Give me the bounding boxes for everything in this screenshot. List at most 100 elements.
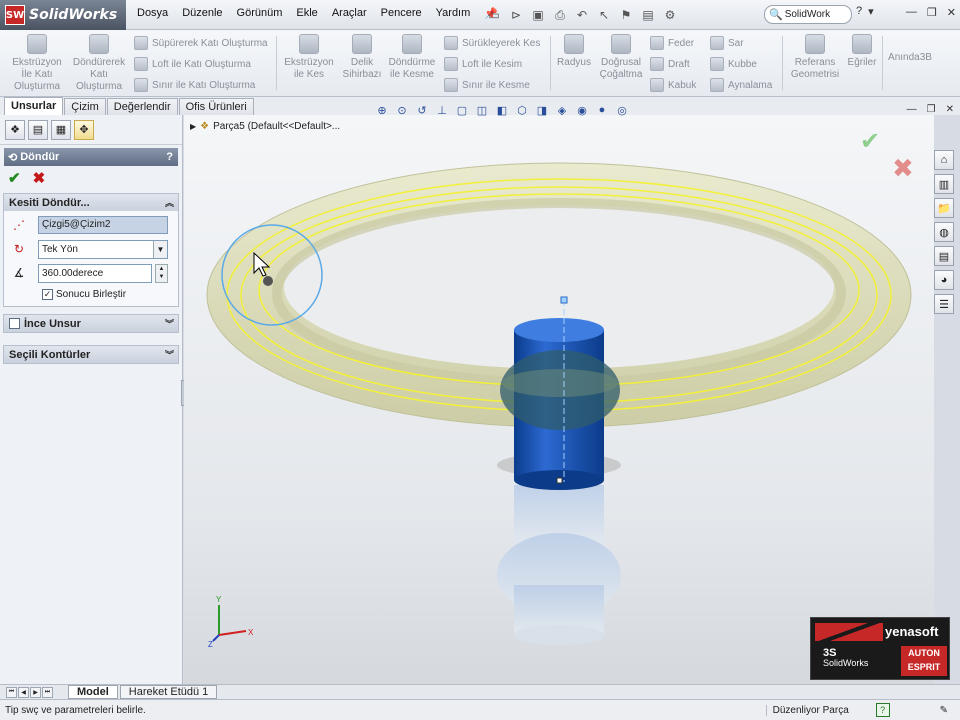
axis-endpoint-top[interactable] xyxy=(560,296,568,304)
extrude-cut-button[interactable]: Ekstrüzyon ile Kes xyxy=(282,34,336,81)
solidworks-resources-icon[interactable]: ⌂ xyxy=(934,150,954,170)
swept-cut-button[interactable]: Sürükleyerek Kes xyxy=(444,36,540,50)
menu-duzenle[interactable]: Düzenle xyxy=(182,7,222,20)
revolve-parameters-header[interactable]: Kesiti Döndür... ︽ xyxy=(4,194,178,211)
undo-icon[interactable]: ↶ xyxy=(572,5,592,25)
dimxpert-manager-icon[interactable]: ✥ xyxy=(74,119,94,140)
instant3d-label: Anında3B xyxy=(888,52,932,63)
boundary-boss-button[interactable]: Sınır ile Katı Oluşturma xyxy=(134,78,255,92)
graphics-area[interactable]: ⊕ ⊙ ↺ ⊥ ▢ ◫ ◧ ⬡ ◨ ◈ ◉ ● ◎ — ❐ ✕ ▶ ❖ Parç… xyxy=(184,104,954,684)
mirror-button[interactable]: Aynalama xyxy=(710,78,772,92)
status-pencil-icon[interactable]: ✎ xyxy=(940,705,948,716)
reference-geometry-button[interactable]: Referans Geometrisi xyxy=(788,34,842,81)
prev-tab-icon[interactable]: ◀ xyxy=(18,686,29,698)
search-results-icon[interactable]: ◍ xyxy=(934,222,954,242)
draft-button[interactable]: Draft xyxy=(650,57,690,71)
select-pointer-icon[interactable]: ↖ xyxy=(594,5,614,25)
file-explorer-icon[interactable]: 📁 xyxy=(934,198,954,218)
revolve-axis-selection[interactable]: Çizgi5@Çizim2 xyxy=(38,216,168,234)
ok-check-icon[interactable]: ✔ xyxy=(8,169,21,187)
loft-cut-button[interactable]: Loft ile Kesim xyxy=(444,57,522,71)
status-mode: Düzenliyor Parça xyxy=(765,704,876,716)
app-logo[interactable]: SW SolidWorks xyxy=(0,0,126,30)
menu-dosya[interactable]: Dosya xyxy=(137,7,168,20)
appearances-icon[interactable]: ◕ xyxy=(934,270,954,290)
linear-pattern-button[interactable]: Doğrusal Çoğaltma xyxy=(596,34,646,81)
tab-degerlendir[interactable]: Değerlendir xyxy=(106,98,178,115)
tab-model[interactable]: Model xyxy=(68,685,118,699)
next-tab-icon[interactable]: ▶ xyxy=(30,686,41,698)
spin-up-icon[interactable]: ▲ xyxy=(156,264,167,273)
doc-close-icon[interactable]: ✕ xyxy=(946,104,954,115)
instant3d-button[interactable]: Anında3B xyxy=(886,52,934,64)
help-icon[interactable]: ? xyxy=(856,5,862,18)
last-tab-icon[interactable]: ⏭ xyxy=(42,686,53,698)
revolve-cut-button[interactable]: Döndürme ile Kesme xyxy=(388,34,436,81)
cancel-x-icon[interactable]: ✖ xyxy=(33,169,46,187)
rebuild-icon[interactable]: ⚑ xyxy=(616,5,636,25)
first-tab-icon[interactable]: ⏮ xyxy=(6,686,17,698)
selected-contours-header[interactable]: Seçili Kontürler ︾ xyxy=(4,346,178,363)
thin-feature-checkbox[interactable] xyxy=(9,318,20,329)
close-icon[interactable]: ✕ xyxy=(947,6,956,19)
restore-icon[interactable]: ❐ xyxy=(927,6,937,19)
view-palette-icon[interactable]: ▤ xyxy=(934,246,954,266)
property-manager-icon[interactable]: ▤ xyxy=(28,119,48,140)
collapse-chevron-icon[interactable]: ︽ xyxy=(165,196,174,209)
file-properties-icon[interactable]: ▤ xyxy=(638,5,658,25)
auton-esprit-logo: AUTON ESPRIT xyxy=(901,646,947,676)
tab-cizim[interactable]: Çizim xyxy=(64,98,106,115)
menu-ekle[interactable]: Ekle xyxy=(296,7,317,20)
menu-araclar[interactable]: Araçlar xyxy=(332,7,367,20)
revolve-type-select[interactable]: Tek Yön ▼ xyxy=(38,239,168,259)
revolve-boss-button[interactable]: Döndürerek Katı Oluşturma xyxy=(68,34,130,93)
fillet-button[interactable]: Radyus xyxy=(554,34,594,69)
tab-ofis-urunleri[interactable]: Ofis Ürünleri xyxy=(178,98,254,115)
feature-manager-tree-icon[interactable]: ❖ xyxy=(5,119,25,140)
configuration-manager-icon[interactable]: ▦ xyxy=(51,119,71,140)
menu-yardim[interactable]: Yardım xyxy=(436,7,471,20)
curves-button[interactable]: Eğriler xyxy=(844,34,880,69)
help-dropdown-icon[interactable]: ▾ xyxy=(868,5,874,18)
expand-chevron-icon[interactable]: ︾ xyxy=(165,348,174,361)
reverse-direction-icon[interactable]: ↻ xyxy=(8,239,30,259)
document-window-controls: — ❐ ✕ xyxy=(907,104,954,115)
expand-chevron-icon[interactable]: ︾ xyxy=(165,317,174,330)
swept-boss-icon xyxy=(134,36,148,50)
print-icon[interactable]: ⎙ xyxy=(550,5,570,25)
doc-minimize-icon[interactable]: — xyxy=(907,104,917,115)
menu-pencere[interactable]: Pencere xyxy=(381,7,422,20)
options-gear-icon[interactable]: ⚙ xyxy=(660,5,680,25)
quick-tips-icon[interactable]: ? xyxy=(875,703,890,717)
design-library-icon[interactable]: ▥ xyxy=(934,174,954,194)
axis-endpoint-bottom[interactable] xyxy=(556,477,563,484)
merge-result-label: Sonucu Birleştir xyxy=(56,289,127,300)
loft-boss-button[interactable]: Loft ile Katı Oluşturma xyxy=(134,57,251,71)
revolve-angle-input[interactable]: 360.00derece xyxy=(38,263,152,283)
hole-wizard-button[interactable]: Delik Sihirbazı xyxy=(338,34,386,81)
swept-boss-button[interactable]: Süpürerek Katı Oluşturma xyxy=(134,36,268,50)
panel-help-button[interactable]: ? xyxy=(166,151,173,163)
extrude-boss-button[interactable]: Ekstrüzyon İle Katı Oluşturma xyxy=(6,34,68,93)
tab-motion-study[interactable]: Hareket Etüdü 1 xyxy=(119,685,218,699)
rib-icon xyxy=(650,36,664,50)
menu-gorunum[interactable]: Görünüm xyxy=(237,7,283,20)
minimize-icon[interactable]: — xyxy=(906,6,917,19)
shell-button[interactable]: Kabuk xyxy=(650,78,696,92)
doc-restore-icon[interactable]: ❐ xyxy=(927,104,936,115)
boundary-cut-button[interactable]: Sınır ile Kesme xyxy=(444,78,530,92)
thin-feature-header[interactable]: İnce Unsur ︾ xyxy=(4,315,178,332)
open-folder-icon[interactable]: ⊳ xyxy=(506,5,526,25)
search-input[interactable]: 🔍 SolidWork xyxy=(764,5,852,24)
merge-result-checkbox[interactable]: ✓ Sonucu Birleştir xyxy=(4,283,178,306)
custom-properties-icon[interactable]: ☰ xyxy=(934,294,954,314)
angle-spinner[interactable]: ▲ ▼ xyxy=(155,263,168,283)
draft-label: Draft xyxy=(668,58,690,70)
save-icon[interactable]: ▣ xyxy=(528,5,548,25)
wrap-button[interactable]: Sar xyxy=(710,36,744,50)
dome-button[interactable]: Kubbe xyxy=(710,57,757,71)
new-document-icon[interactable]: ▭ xyxy=(484,5,504,25)
rib-button[interactable]: Feder xyxy=(650,36,694,50)
tab-unsurlar[interactable]: Unsurlar xyxy=(4,97,64,115)
spin-down-icon[interactable]: ▼ xyxy=(156,273,167,282)
